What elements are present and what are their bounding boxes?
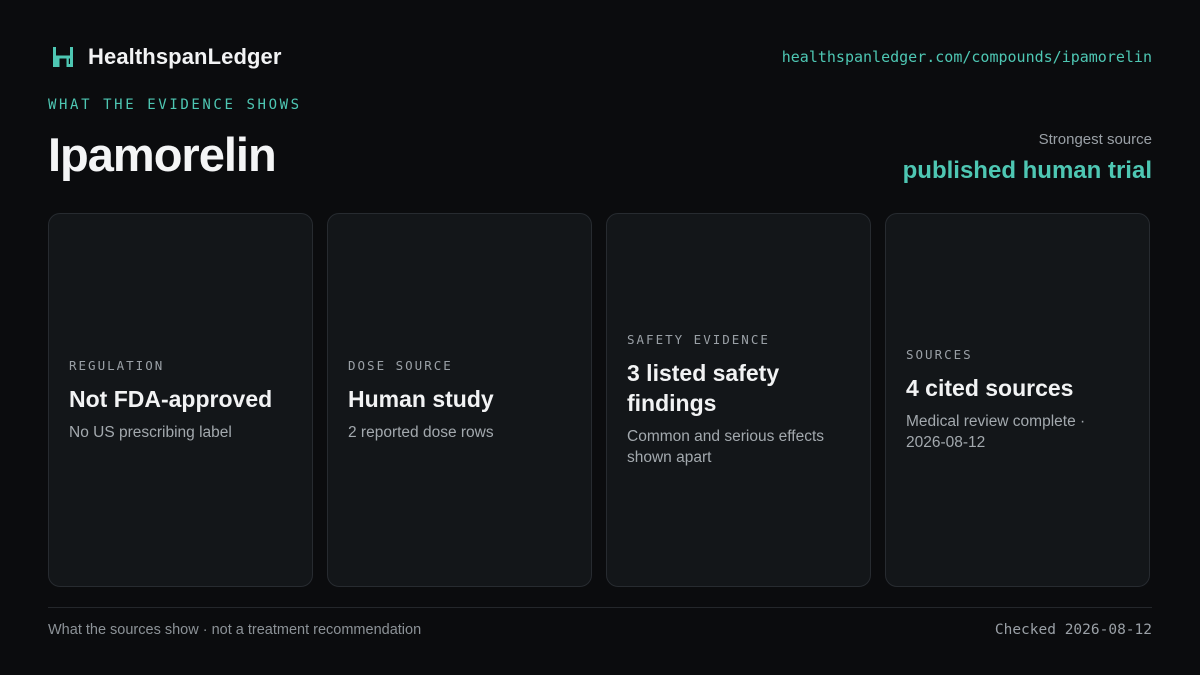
top-header: HealthspanLedger healthspanledger.com/co… [48, 40, 1152, 74]
card-subtitle: Common and serious effects shown apart [627, 428, 825, 466]
card-subtitle: Medical review complete · 2026-08-12 [906, 413, 1086, 451]
card-title: 4 cited sources [906, 375, 1074, 401]
card-eyebrow: REGULATION [69, 357, 165, 373]
card-eyebrow: SOURCES [906, 347, 973, 362]
card-dose-source: DOSE SOURCE Human study 2 reported dose … [327, 213, 592, 587]
footer-disclaimer: What the sources show · not a treatment … [48, 622, 422, 638]
brand[interactable]: HealthspanLedger [48, 40, 282, 74]
site-url[interactable]: healthspanledger.com/compounds/ipamoreli… [782, 48, 1152, 66]
checked-date: Checked 2026-08-12 [994, 622, 1152, 638]
card-title: 3 listed safety findings [627, 360, 780, 416]
strongest-source-label: Strongest source [1038, 131, 1152, 148]
card-title: Not FDA-approved [69, 385, 273, 412]
ledger-h-logo-icon [53, 47, 73, 67]
footer-divider [48, 607, 1152, 608]
evidence-cards: REGULATION Not FDA-approved No US prescr… [48, 213, 1152, 589]
strongest-source: Strongest source published human trial [903, 130, 1152, 186]
card-safety-evidence: SAFETY EVIDENCE 3 listed safety findings… [606, 213, 871, 587]
brand-name: HealthspanLedger [88, 44, 282, 69]
card-sources: SOURCES 4 cited sources Medical review c… [885, 213, 1150, 587]
hero-eyebrow: WHAT THE EVIDENCE SHOWS [48, 97, 302, 113]
page-title: Ipamorelin [48, 128, 277, 181]
card-eyebrow: DOSE SOURCE [348, 357, 453, 373]
card-regulation: REGULATION Not FDA-approved No US prescr… [48, 213, 313, 587]
strongest-source-value: published human trial [902, 157, 1152, 184]
card-eyebrow: SAFETY EVIDENCE [627, 332, 770, 347]
card-title: Human study [348, 385, 494, 412]
card-subtitle: 2 reported dose rows [348, 423, 494, 441]
card-subtitle: No US prescribing label [69, 423, 232, 441]
